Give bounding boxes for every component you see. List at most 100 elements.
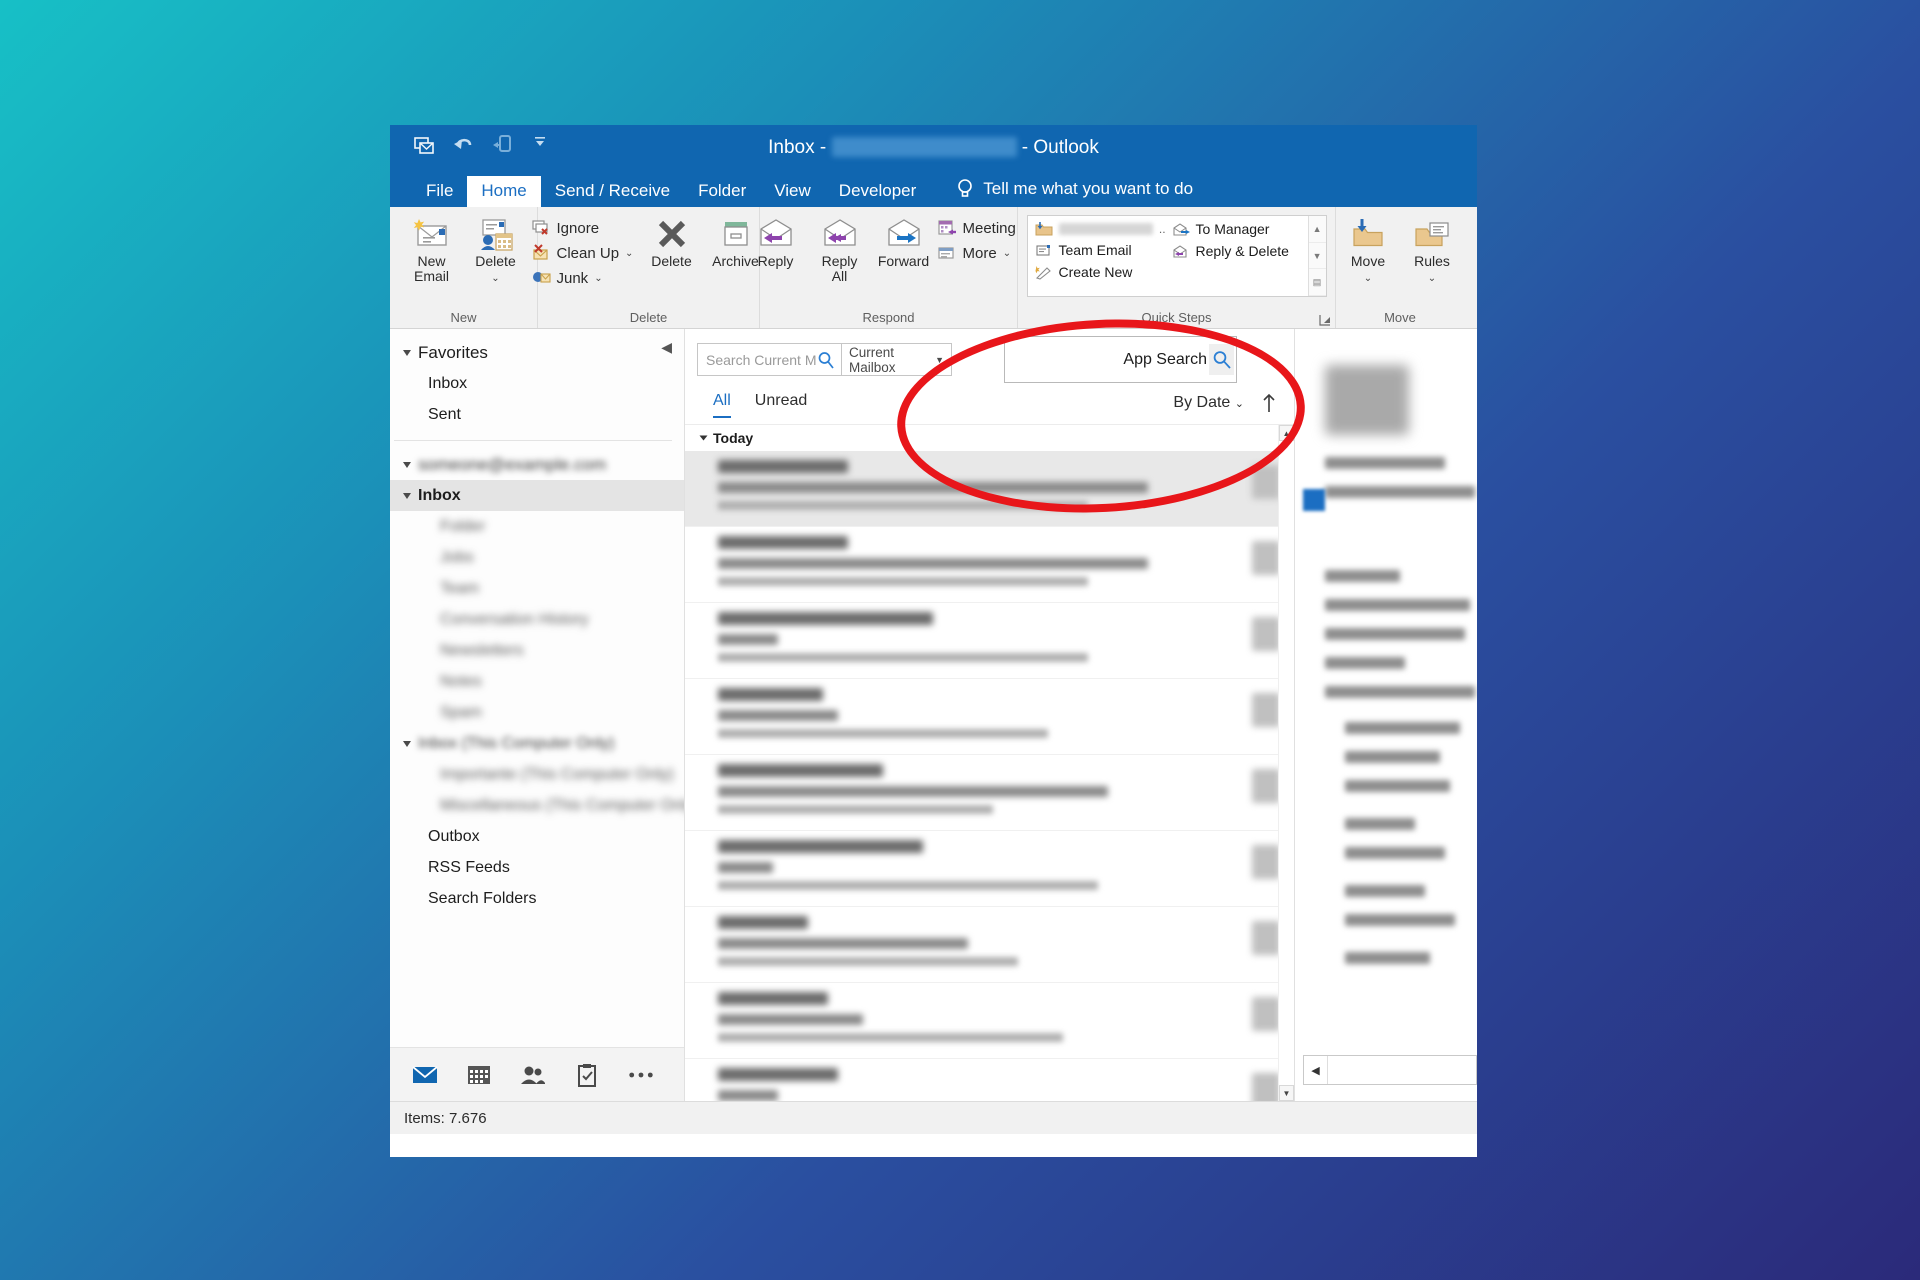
ignore-button[interactable]: Ignore: [531, 219, 639, 237]
tab-file[interactable]: File: [412, 176, 467, 207]
sidebar-item-subfolder[interactable]: Team: [390, 573, 684, 604]
nav-group-favorites[interactable]: Favorites: [390, 337, 684, 368]
tab-view[interactable]: View: [760, 176, 825, 207]
calendar-module-icon[interactable]: [466, 1062, 492, 1088]
sidebar-item-subfolder[interactable]: Conversation History: [390, 604, 684, 635]
message-list[interactable]: Today ▲ ▼: [685, 424, 1294, 1101]
message-group-header[interactable]: Today: [685, 425, 1294, 451]
table-row[interactable]: [685, 603, 1294, 679]
tab-folder[interactable]: Folder: [684, 176, 760, 207]
outbox-label: Outbox: [428, 827, 480, 845]
folder-tree: Favorites Inbox Sent someone@example.com…: [390, 329, 684, 1047]
clean-up-label: Clean Up: [556, 244, 620, 262]
reading-pane-horizontal-scrollbar[interactable]: ◀: [1303, 1055, 1477, 1085]
tab-developer[interactable]: Developer: [825, 176, 931, 207]
scroll-left-button[interactable]: ◀: [1304, 1056, 1328, 1084]
quick-steps-scroll-up[interactable]: ▲: [1308, 216, 1326, 243]
quick-steps-expand[interactable]: ▤: [1308, 269, 1326, 297]
delete-button[interactable]: Delete: [641, 211, 703, 269]
sidebar-item-rss-feeds[interactable]: RSS Feeds: [390, 852, 684, 883]
message-list-scrollbar[interactable]: ▲ ▼: [1278, 425, 1294, 1101]
sidebar-item-subfolder[interactable]: Folder: [390, 511, 684, 542]
search-scope-dropdown[interactable]: Current Mailbox ▼: [842, 343, 952, 376]
favorites-sent-label: Sent: [428, 405, 461, 423]
sidebar-item-important-local[interactable]: Importante (This Computer Only): [390, 759, 684, 790]
reply-all-button[interactable]: Reply All: [809, 211, 871, 283]
new-items-button[interactable]: Delete ⌄: [465, 211, 527, 284]
team-email-icon: [1035, 243, 1053, 258]
tab-send-receive[interactable]: Send / Receive: [541, 176, 684, 207]
sidebar-item-favorites-sent[interactable]: Sent: [390, 399, 684, 430]
ribbon-tab-strip: File Home Send / Receive Folder View Dev…: [390, 172, 1477, 207]
sidebar-item-search-folders[interactable]: Search Folders: [390, 883, 684, 914]
message-sender-redacted: [718, 1068, 838, 1081]
reading-line-redacted: [1325, 457, 1445, 469]
magnifier-icon[interactable]: [1209, 344, 1234, 375]
table-row[interactable]: [685, 527, 1294, 603]
filter-all[interactable]: All: [713, 392, 731, 418]
account-name-redacted: someone@example.com: [418, 454, 616, 474]
collapse-pane-icon[interactable]: ◀: [661, 339, 672, 356]
sidebar-item-subfolder[interactable]: Spam: [390, 697, 684, 728]
message-sender-redacted: [718, 688, 823, 701]
chevron-down-icon: ⌄: [1427, 272, 1437, 284]
message-preview-redacted: [718, 653, 1088, 662]
quick-steps-gallery[interactable]: .. Team Email Create New To Manager Repl…: [1026, 215, 1327, 297]
junk-button[interactable]: Junk ⌄: [531, 269, 639, 287]
people-module-icon[interactable]: [520, 1062, 546, 1088]
quick-step-team-email[interactable]: Team Email: [1032, 240, 1169, 260]
reading-line-redacted: [1325, 657, 1405, 669]
message-sender-redacted: [718, 840, 923, 853]
reply-delete-icon: [1172, 244, 1190, 259]
tasks-module-icon[interactable]: [574, 1062, 600, 1088]
tell-me-box[interactable]: Tell me what you want to do: [956, 178, 1193, 207]
quick-step-move-to-folder[interactable]: ..: [1032, 219, 1169, 238]
quick-steps-scroll-down[interactable]: ▼: [1308, 243, 1326, 270]
new-email-icon: [412, 217, 452, 251]
quick-steps-dialog-launcher-icon[interactable]: [1319, 314, 1331, 326]
sidebar-item-subfolder[interactable]: Jobs: [390, 542, 684, 573]
table-row[interactable]: [685, 907, 1294, 983]
clean-up-button[interactable]: Clean Up ⌄: [531, 244, 639, 262]
app-search-box[interactable]: App Search: [1004, 336, 1237, 383]
window-title-suffix: - Outlook: [1016, 137, 1099, 158]
search-row: Search Current M Current Mailbox ▼ App S…: [685, 329, 1294, 383]
table-row[interactable]: [685, 983, 1294, 1059]
table-row[interactable]: [685, 451, 1294, 527]
filter-unread[interactable]: Unread: [755, 392, 807, 414]
meeting-icon: [937, 219, 957, 237]
reading-pane[interactable]: ◀: [1295, 329, 1477, 1101]
search-input[interactable]: Search Current M: [697, 343, 842, 376]
reading-line-redacted: [1325, 486, 1475, 498]
reply-button[interactable]: Reply: [745, 211, 807, 269]
quick-steps-scrollbar[interactable]: ▲ ▼ ▤: [1307, 216, 1326, 297]
table-row[interactable]: [685, 1059, 1294, 1101]
sort-direction-toggle[interactable]: [1262, 393, 1276, 413]
scroll-up-button[interactable]: ▲: [1279, 425, 1294, 441]
sort-by-date-dropdown[interactable]: By Date ⌄: [1173, 394, 1244, 412]
sidebar-item-inbox[interactable]: Inbox: [390, 480, 684, 511]
window-title-prefix: Inbox -: [768, 137, 832, 158]
nav-group-account[interactable]: someone@example.com: [390, 449, 684, 480]
mail-module-icon[interactable]: [412, 1062, 438, 1088]
tab-home[interactable]: Home: [467, 176, 541, 207]
new-email-button[interactable]: New Email: [401, 211, 463, 283]
sidebar-item-subfolder[interactable]: Notes: [390, 666, 684, 697]
move-button[interactable]: Move ⌄: [1337, 211, 1399, 284]
table-row[interactable]: [685, 679, 1294, 755]
quick-step-to-manager[interactable]: To Manager: [1169, 219, 1306, 239]
nav-group-local[interactable]: Inbox (This Computer Only): [390, 728, 684, 759]
rules-button[interactable]: Rules ⌄: [1401, 211, 1463, 284]
forward-button[interactable]: Forward: [873, 211, 935, 269]
table-row[interactable]: [685, 755, 1294, 831]
scroll-down-button[interactable]: ▼: [1279, 1085, 1294, 1101]
sidebar-item-outbox[interactable]: Outbox: [390, 821, 684, 852]
sidebar-item-local-folder[interactable]: Miscellaneous (This Computer Only): [390, 790, 684, 821]
more-modules-icon[interactable]: [628, 1062, 654, 1088]
sidebar-item-favorites-inbox[interactable]: Inbox: [390, 368, 684, 399]
quick-step-reply-delete[interactable]: Reply & Delete: [1169, 241, 1306, 261]
sidebar-item-subfolder[interactable]: Newsletters: [390, 635, 684, 666]
ribbon-group-new: New Email Delete ⌄ New: [390, 207, 538, 328]
table-row[interactable]: [685, 831, 1294, 907]
quick-step-create-new[interactable]: Create New: [1032, 262, 1169, 282]
